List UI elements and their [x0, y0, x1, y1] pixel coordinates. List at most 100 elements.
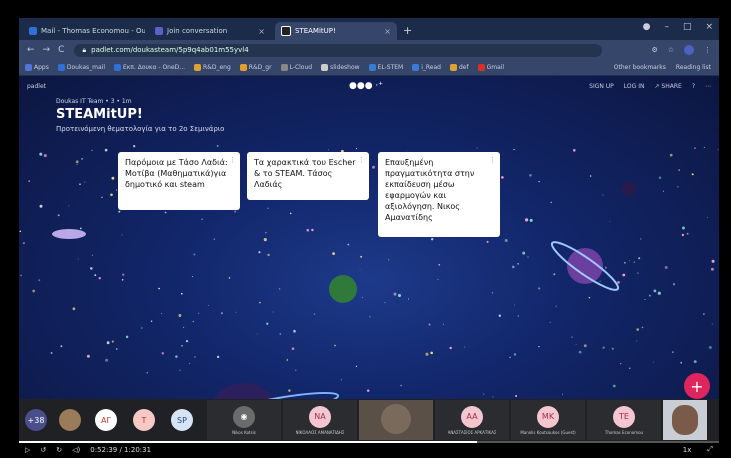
- play-icon[interactable]: ▷: [25, 446, 30, 454]
- more-icon[interactable]: ⋮: [489, 155, 496, 166]
- new-tab-button[interactable]: +: [403, 24, 412, 37]
- skip-back-icon[interactable]: ↺: [40, 446, 46, 454]
- extensions-icon[interactable]: ⚙: [651, 46, 657, 54]
- back-icon[interactable]: ←: [27, 45, 35, 55]
- signup-link[interactable]: SIGN UP: [589, 83, 614, 90]
- star-dot: [183, 326, 185, 328]
- participant-avatar[interactable]: [53, 402, 87, 438]
- star-dot: [550, 201, 553, 204]
- onedrive-icon: [113, 64, 121, 71]
- bookmark-item[interactable]: Εκπ. Δουκα - OneD...: [113, 64, 185, 71]
- padlet-logo[interactable]: padlet: [27, 83, 46, 90]
- speed-button[interactable]: 1x: [683, 446, 692, 454]
- tab-steamitup[interactable]: STEAMitUP! ×: [275, 22, 397, 40]
- participant-tile[interactable]: MK Manolis Koutsoukos (Guest): [511, 400, 585, 440]
- star-icon[interactable]: ☆: [668, 46, 674, 54]
- star-dot: [575, 344, 577, 346]
- star-dot: [111, 340, 114, 343]
- more-icon[interactable]: ⋯: [705, 83, 711, 90]
- post-card[interactable]: ⋮ Τα χαρακτικά του Escher & το STEAM. Τά…: [247, 152, 369, 200]
- volume-icon[interactable]: ◁): [72, 446, 80, 454]
- share-button[interactable]: ↗ SHARE: [654, 83, 681, 90]
- skip-forward-icon[interactable]: ↻: [56, 446, 62, 454]
- minimize-button[interactable]: –: [664, 22, 669, 32]
- star-dot: [693, 360, 697, 364]
- star-dot: [91, 149, 93, 151]
- star-dot: [641, 326, 644, 329]
- star-dot: [133, 145, 136, 148]
- other-bookmarks[interactable]: Other bookmarks: [614, 64, 666, 71]
- self-video-tile[interactable]: [663, 400, 707, 440]
- star-dot: [652, 361, 654, 363]
- star-dot: [476, 147, 478, 149]
- more-icon[interactable]: ⋮: [229, 155, 236, 166]
- progress-fill: [19, 441, 477, 443]
- star-dot: [110, 193, 113, 197]
- star-dot: [272, 311, 274, 313]
- star-dot: [84, 181, 86, 183]
- star-dot: [28, 180, 30, 182]
- bookmarks-bar: Apps Doukas_mail Εκπ. Δουκα - OneD... R&…: [19, 60, 719, 76]
- reload-icon[interactable]: C: [58, 45, 64, 55]
- participant-initials[interactable]: ΑΓ: [87, 402, 125, 438]
- participant-tile[interactable]: AA ΑΝΑΣΤΑΣΙΟΣ ΑΡΚΑΤΙΚΑΣ: [435, 400, 509, 440]
- bookmark-item[interactable]: i_Read: [412, 64, 441, 71]
- star-dot: [104, 148, 108, 152]
- bookmark-item[interactable]: slideshow: [321, 64, 360, 71]
- star-dot: [504, 239, 508, 242]
- post-card[interactable]: ⋮ Παρόμοια με Τάσο Λαδιά: Μοτίβα (Μαθημα…: [118, 152, 240, 210]
- help-icon[interactable]: ?: [692, 83, 695, 90]
- star-dot: [158, 287, 160, 290]
- participant-initials[interactable]: Τ: [125, 402, 163, 438]
- reading-list[interactable]: Reading list: [676, 64, 711, 71]
- more-icon[interactable]: ⋮: [358, 155, 365, 166]
- star-dot: [612, 384, 616, 388]
- participant-tile[interactable]: [359, 400, 433, 440]
- initials-avatar: TE: [613, 405, 635, 428]
- bookmarks-right: Other bookmarks Reading list: [614, 64, 711, 71]
- star-dot: [60, 345, 63, 348]
- bookmark-item[interactable]: R&D_eng: [194, 64, 231, 71]
- tab-join-conversation[interactable]: Join conversation ×: [149, 22, 271, 40]
- star-dot: [425, 352, 429, 356]
- participant-name: Manolis Koutsoukos (Guest): [520, 429, 576, 435]
- bookmark-item[interactable]: def: [449, 64, 469, 71]
- bookmark-item[interactable]: Apps: [25, 64, 49, 71]
- bookmark-item[interactable]: Doukas_mail: [57, 64, 105, 71]
- star-dot: [295, 369, 297, 371]
- participant-initials[interactable]: SP: [163, 402, 201, 438]
- star-dot: [710, 267, 714, 271]
- bookmark-item[interactable]: EL-STEM: [368, 64, 403, 71]
- fullscreen-icon[interactable]: ⤢: [707, 445, 713, 454]
- participant-more[interactable]: +38: [19, 402, 53, 438]
- star-dot: [43, 154, 47, 158]
- close-icon[interactable]: ×: [384, 27, 391, 36]
- star-dot: [572, 148, 576, 152]
- menu-icon[interactable]: ⋮: [704, 46, 711, 54]
- star-dot: [562, 393, 564, 395]
- post-card[interactable]: ⋮ Επαυξημένη πραγματικότητα στην εκπαίδε…: [378, 152, 500, 237]
- star-dot: [146, 371, 148, 374]
- star-dot: [220, 312, 223, 315]
- bookmark-item[interactable]: Gmail: [477, 64, 504, 71]
- star-dot: [703, 313, 705, 315]
- tab-mail[interactable]: Mail - Thomas Economou - Outl ×: [23, 22, 145, 40]
- bookmark-item[interactable]: R&D_gr: [239, 64, 272, 71]
- progress-bar[interactable]: [19, 441, 719, 443]
- close-icon[interactable]: ×: [258, 27, 265, 36]
- url-field[interactable]: 🔒︎ padlet.com/doukasteam/5p9q4ab01m55yvl…: [74, 43, 603, 57]
- star-dot: [703, 146, 705, 148]
- star-dot: [517, 315, 519, 317]
- bookmark-item[interactable]: L-Cloud: [280, 64, 312, 71]
- video-thumbnail: [381, 404, 411, 434]
- participant-tile[interactable]: TE Thomas Economou: [587, 400, 661, 440]
- add-post-button[interactable]: +: [684, 373, 710, 399]
- participant-tile[interactable]: ◉ Nikos Kotsis: [207, 400, 281, 440]
- profile-avatar[interactable]: [684, 45, 694, 55]
- forward-icon[interactable]: →: [43, 45, 51, 55]
- close-window-button[interactable]: ×: [705, 22, 713, 32]
- login-link[interactable]: LOG IN: [624, 83, 645, 90]
- maximize-button[interactable]: □: [683, 22, 692, 32]
- participant-tile[interactable]: NA ΝΙΚΟΛΑΟΣ ΑΜΑΝΑΤΙΔΗΣ: [283, 400, 357, 440]
- star-dot: [89, 267, 93, 270]
